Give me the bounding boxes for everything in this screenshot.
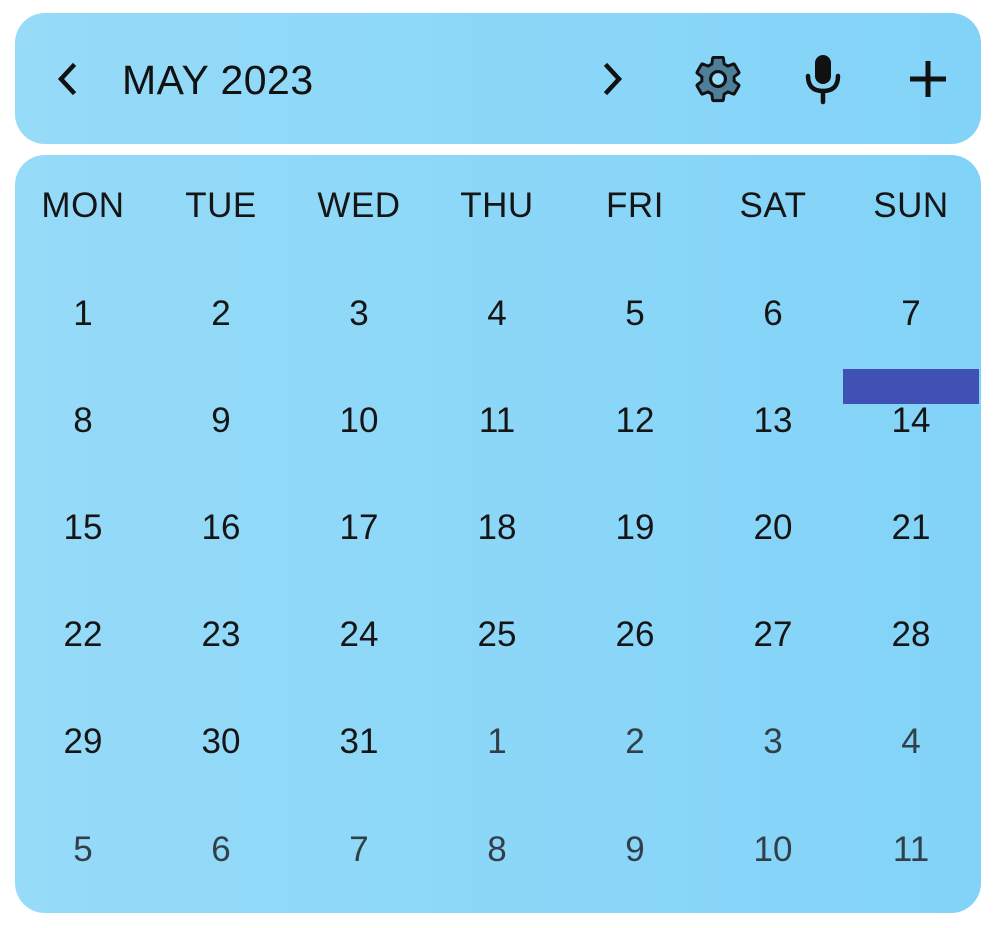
day-cell[interactable]: 16: [152, 508, 290, 548]
weekday-header: TUE: [185, 186, 257, 225]
day-cell-outside-month[interactable]: 2: [566, 722, 704, 762]
calendar-grid: MON TUE WED THU FRI SAT SUN 1 2 3 4 5 6 7 8 9 10 11 12 13 14…: [15, 155, 981, 913]
previous-month-button[interactable]: [51, 13, 83, 144]
next-month-button[interactable]: [597, 13, 629, 144]
day-cell-outside-month[interactable]: 10: [704, 830, 842, 870]
calendar-header: MAY 2023: [15, 13, 981, 144]
day-cell[interactable]: 23: [152, 615, 290, 655]
day-cell[interactable]: 18: [428, 508, 566, 548]
day-cell[interactable]: 29: [14, 722, 152, 762]
chevron-left-icon: [57, 62, 77, 95]
day-cell[interactable]: 11: [428, 401, 566, 441]
event-indicator[interactable]: [843, 369, 979, 404]
day-cell[interactable]: 2: [152, 294, 290, 334]
microphone-icon: [805, 54, 841, 104]
day-cell-outside-month[interactable]: 8: [428, 830, 566, 870]
day-cell-outside-month[interactable]: 3: [704, 722, 842, 762]
day-cell[interactable]: 15: [14, 508, 152, 548]
day-cell[interactable]: 26: [566, 615, 704, 655]
day-cell-outside-month[interactable]: 6: [152, 830, 290, 870]
day-cell[interactable]: 13: [704, 401, 842, 441]
day-cell[interactable]: 28: [842, 615, 980, 655]
day-cell[interactable]: 22: [14, 615, 152, 655]
weekday-header: WED: [317, 186, 401, 225]
day-cell[interactable]: 20: [704, 508, 842, 548]
settings-button[interactable]: [689, 13, 747, 144]
day-cell[interactable]: 4: [428, 294, 566, 334]
day-cell[interactable]: 14: [842, 401, 980, 441]
day-cell[interactable]: 8: [14, 401, 152, 441]
day-cell-outside-month[interactable]: 1: [428, 722, 566, 762]
day-cell[interactable]: 1: [14, 294, 152, 334]
day-cell[interactable]: 7: [842, 294, 980, 334]
day-cell[interactable]: 3: [290, 294, 428, 334]
weekday-header: MON: [41, 186, 125, 225]
day-cell-outside-month[interactable]: 5: [14, 830, 152, 870]
weekday-header: SUN: [873, 186, 949, 225]
day-cell[interactable]: 12: [566, 401, 704, 441]
day-cell[interactable]: 24: [290, 615, 428, 655]
weekday-header: THU: [460, 186, 534, 225]
day-cell[interactable]: 25: [428, 615, 566, 655]
day-cell-outside-month[interactable]: 7: [290, 830, 428, 870]
day-cell[interactable]: 6: [704, 294, 842, 334]
weekday-header: FRI: [606, 186, 664, 225]
day-cell[interactable]: 27: [704, 615, 842, 655]
day-cell-outside-month[interactable]: 11: [842, 830, 980, 870]
gear-icon: [695, 55, 741, 102]
plus-icon: [910, 60, 946, 97]
weekday-header: SAT: [739, 186, 807, 225]
day-cell-outside-month[interactable]: 9: [566, 830, 704, 870]
day-cell[interactable]: 31: [290, 722, 428, 762]
day-cell[interactable]: 17: [290, 508, 428, 548]
day-cell[interactable]: 10: [290, 401, 428, 441]
day-cell[interactable]: 30: [152, 722, 290, 762]
add-event-button[interactable]: [903, 13, 953, 144]
voice-input-button[interactable]: [795, 13, 851, 144]
day-cell-outside-month[interactable]: 4: [842, 722, 980, 762]
chevron-right-icon: [603, 62, 623, 95]
day-cell[interactable]: 9: [152, 401, 290, 441]
day-cell[interactable]: 5: [566, 294, 704, 334]
day-cell[interactable]: 21: [842, 508, 980, 548]
day-cell[interactable]: 19: [566, 508, 704, 548]
month-title: MAY 2023: [122, 57, 314, 103]
